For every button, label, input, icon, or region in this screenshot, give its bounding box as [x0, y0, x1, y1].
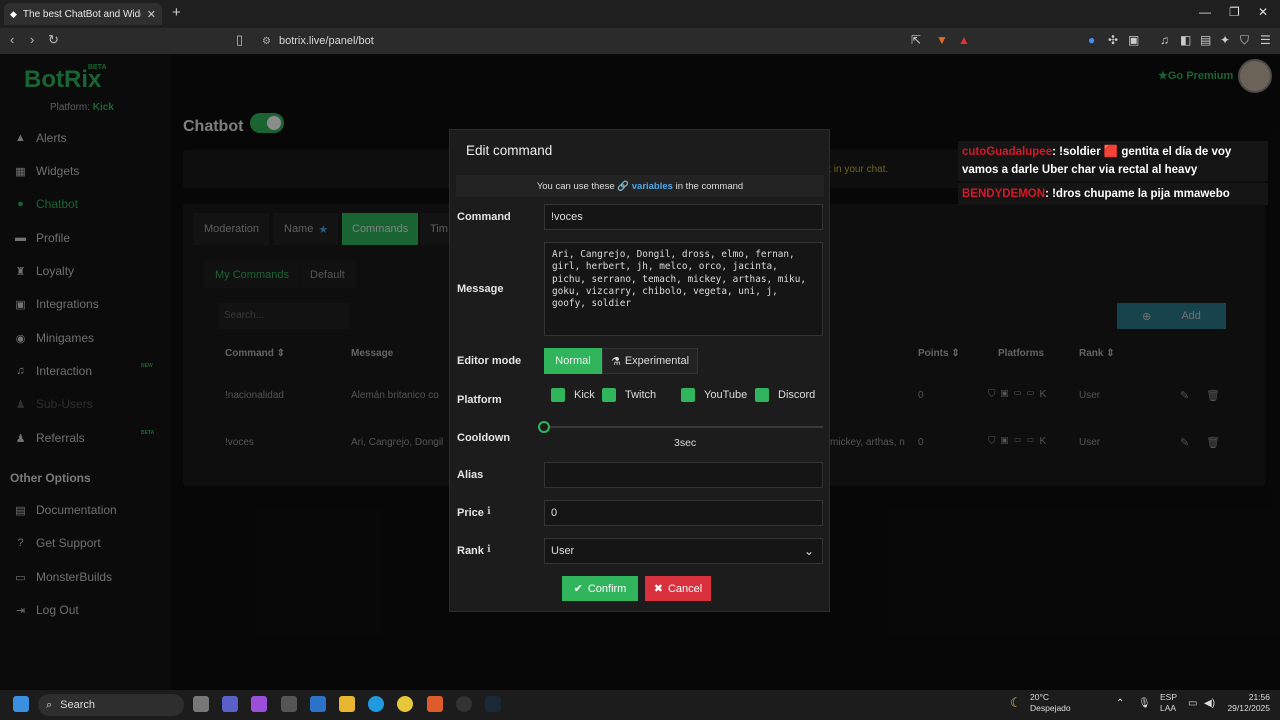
chat-username: cutoGuadalupee: [962, 146, 1053, 158]
rewards-icon[interactable]: ▲: [958, 33, 970, 47]
variables-note: You can use these 🔗 variables in the com…: [456, 175, 824, 197]
bookmark-icon[interactable]: ▯: [236, 32, 243, 48]
browser-tab[interactable]: ◆ The best ChatBot and Widgets fo ✕: [4, 3, 162, 25]
leo-ai-icon[interactable]: ✦: [1220, 33, 1230, 47]
platform-label: Platform: [457, 394, 502, 406]
search-icon: ⌕: [46, 698, 53, 711]
chat-text: : !dros chupame la pija mmawebo: [1045, 188, 1230, 200]
cooldown-slider-handle[interactable]: [538, 421, 550, 433]
chat-overlay: cutoGuadalupee: !soldier 🟥 gentita el dí…: [958, 141, 1268, 207]
experimental-label: Experimental: [624, 355, 690, 367]
chrome-icon[interactable]: [397, 696, 413, 712]
site-favicon-icon: ◆: [10, 8, 17, 19]
flask-icon: ⚗: [610, 355, 621, 368]
rank-select[interactable]: User: [544, 538, 823, 564]
task-view-icon[interactable]: [193, 696, 209, 712]
maximize-icon[interactable]: ❐: [1229, 5, 1240, 19]
browser-toolbar: ‹ › ↻ ▯ ⚙ botrix.live/panel/bot ⇱ ▼ ▲ ● …: [0, 28, 1280, 54]
taskbar: ⌕ Search ☾ 20°C Despejado ⌃ 🎙 ESP LAA ▭ ◀…: [0, 690, 1280, 720]
mail-icon[interactable]: [310, 696, 326, 712]
alias-label: Alias: [457, 469, 484, 481]
confirm-button[interactable]: ✔ Confirm: [562, 576, 638, 601]
back-icon[interactable]: ‹: [10, 32, 14, 47]
new-tab-icon[interactable]: +: [172, 4, 181, 21]
browser-tab-bar: ◆ The best ChatBot and Widgets fo ✕ + — …: [0, 0, 1280, 28]
network-icon[interactable]: ▭: [1188, 698, 1197, 709]
reader-icon[interactable]: ▣: [1128, 33, 1139, 47]
rank-label: Rank: [457, 545, 484, 557]
language-indicator[interactable]: ESP LAA: [1160, 692, 1177, 714]
variables-link[interactable]: 🔗 variables: [617, 181, 673, 192]
chat-message: BENDYDEMON: !dros chupame la pija mmaweb…: [958, 183, 1268, 205]
check-icon: ✔: [573, 583, 583, 595]
weather-widget[interactable]: 20°C Despejado: [1030, 692, 1071, 714]
minimize-icon[interactable]: —: [1199, 5, 1211, 19]
cancel-button[interactable]: ✖ Cancel: [645, 576, 711, 601]
note-suffix: in the command: [675, 181, 744, 192]
platform-checkbox-kick[interactable]: Kick: [551, 388, 595, 402]
edge-icon[interactable]: [368, 696, 384, 712]
platform-checkbox-discord[interactable]: Discord: [755, 388, 815, 402]
brave-icon[interactable]: [427, 696, 443, 712]
checkbox-checked: [551, 388, 565, 402]
price-label: Price: [457, 507, 484, 519]
close-tab-icon[interactable]: ✕: [147, 8, 156, 21]
obs-icon[interactable]: [456, 696, 472, 712]
close-window-icon[interactable]: ✕: [1258, 5, 1268, 19]
tab-title: The best ChatBot and Widgets fo: [22, 8, 141, 20]
brave-shield-icon[interactable]: ▼: [936, 33, 948, 47]
extension-icon[interactable]: ●: [1088, 33, 1095, 47]
microphone-icon[interactable]: 🎙: [1138, 698, 1151, 709]
sidebar-toggle-icon[interactable]: ◧: [1180, 33, 1191, 47]
checkbox-checked: [755, 388, 769, 402]
clock[interactable]: 21:56 29/12/2025: [1226, 692, 1270, 714]
chevron-up-icon[interactable]: ⌃: [1116, 698, 1124, 709]
reload-icon[interactable]: ↻: [48, 32, 59, 48]
cooldown-value: 3sec: [674, 437, 697, 449]
wallet-icon[interactable]: ▤: [1200, 33, 1211, 47]
command-label: Command: [457, 211, 511, 223]
checkbox-checked: [681, 388, 695, 402]
share-icon[interactable]: ⇱: [911, 33, 921, 47]
store-icon[interactable]: [281, 696, 297, 712]
platform-checkbox-youtube[interactable]: YouTube: [681, 388, 747, 402]
info-icon[interactable]: ℹ: [487, 544, 491, 555]
chevron-down-icon: ⌄: [804, 544, 815, 558]
info-icon[interactable]: ℹ: [487, 506, 491, 517]
volume-icon[interactable]: ◀): [1204, 698, 1215, 709]
steam-icon[interactable]: [485, 696, 501, 712]
editor-experimental-button[interactable]: ⚗ Experimental: [602, 348, 698, 374]
file-explorer-icon[interactable]: [339, 696, 355, 712]
command-input[interactable]: !voces: [544, 204, 823, 230]
platform-checkbox-twitch[interactable]: Twitch: [602, 388, 656, 402]
editor-normal-button[interactable]: Normal: [544, 348, 602, 374]
url-text: botrix.live/panel/bot: [278, 35, 374, 47]
chat-message: cutoGuadalupee: !soldier 🟥 gentita el dí…: [958, 141, 1268, 181]
extensions-puzzle-icon[interactable]: ✣: [1108, 33, 1118, 47]
alias-input[interactable]: [544, 462, 823, 488]
chat-username: BENDYDEMON: [962, 188, 1046, 200]
teams-icon[interactable]: [222, 696, 238, 712]
vpn-icon[interactable]: ⛉: [1240, 33, 1249, 48]
message-label: Message: [457, 283, 504, 295]
cooldown-slider[interactable]: [544, 426, 823, 428]
modal-title: Edit command: [466, 143, 553, 158]
address-bar[interactable]: ⚙ botrix.live/panel/bot: [256, 31, 976, 51]
editor-mode-label: Editor mode: [457, 355, 522, 367]
copilot-icon[interactable]: [251, 696, 267, 712]
menu-icon[interactable]: ☰: [1260, 33, 1271, 47]
cooldown-label: Cooldown: [457, 432, 511, 444]
music-icon[interactable]: ♫: [1160, 33, 1169, 47]
note-prefix: You can use these: [536, 181, 615, 192]
checkbox-checked: [602, 388, 616, 402]
price-input[interactable]: 0: [544, 500, 823, 526]
windows-start-icon[interactable]: [13, 696, 29, 712]
site-settings-icon[interactable]: ⚙: [262, 36, 271, 47]
weather-moon-icon: ☾: [1010, 695, 1022, 710]
close-icon: ✖: [653, 583, 663, 595]
message-textarea[interactable]: Ari, Cangrejo, Dongil, dross, elmo, fern…: [544, 242, 823, 336]
forward-icon[interactable]: ›: [30, 32, 34, 47]
taskbar-search[interactable]: ⌕ Search: [38, 694, 184, 716]
